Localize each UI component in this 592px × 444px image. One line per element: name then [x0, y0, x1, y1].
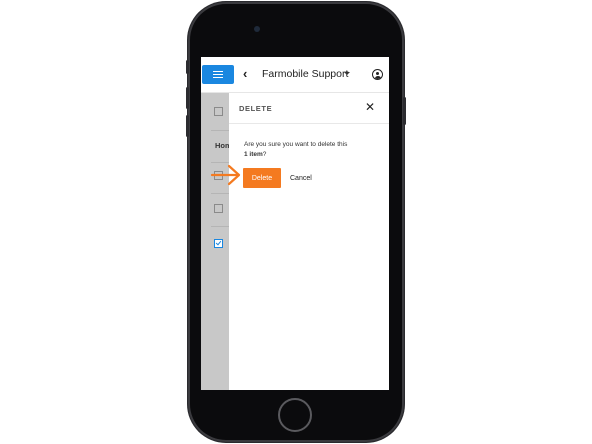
phone-home-button: [278, 398, 312, 432]
phone-screen: ‹ Farmobile Support Hom DELETE ✕ Are you: [201, 57, 389, 390]
cancel-button[interactable]: Cancel: [290, 168, 312, 188]
phone-volume-up: [186, 87, 189, 109]
chevron-left-icon[interactable]: ‹: [243, 66, 247, 81]
close-icon[interactable]: ✕: [365, 100, 375, 114]
app-title[interactable]: Farmobile Support: [262, 68, 348, 80]
background-checkbox: [214, 204, 223, 213]
hamburger-icon: [213, 70, 223, 79]
divider: [211, 226, 229, 227]
phone-camera: [254, 26, 260, 32]
menu-button[interactable]: [202, 65, 234, 84]
user-circle-icon[interactable]: [372, 69, 383, 80]
background-checkbox-checked: [214, 239, 223, 248]
background-checkbox: [214, 107, 223, 116]
dialog-message: Are you sure you want to delete this 1 i…: [244, 140, 384, 160]
phone-volume-down: [186, 115, 189, 137]
app-header: ‹ Farmobile Support: [201, 57, 389, 93]
message-count: 1 item: [244, 151, 263, 158]
message-prefix: Are you sure you want to delete this: [244, 141, 348, 148]
delete-dialog: DELETE ✕ Are you sure you want to delete…: [229, 93, 389, 390]
phone-frame: ‹ Farmobile Support Hom DELETE ✕ Are you: [186, 2, 406, 442]
caret-down-icon[interactable]: [344, 72, 350, 75]
divider: [211, 130, 229, 131]
divider: [211, 193, 229, 194]
phone-power-button: [403, 97, 406, 125]
delete-button[interactable]: Delete: [243, 168, 281, 188]
arrow-right-icon: [210, 164, 241, 186]
phone-mute-switch: [186, 60, 189, 74]
dialog-title: DELETE: [239, 104, 273, 113]
dialog-header: DELETE ✕: [229, 93, 389, 124]
background-overlay[interactable]: Hom: [201, 93, 232, 390]
message-suffix: ?: [262, 151, 267, 158]
